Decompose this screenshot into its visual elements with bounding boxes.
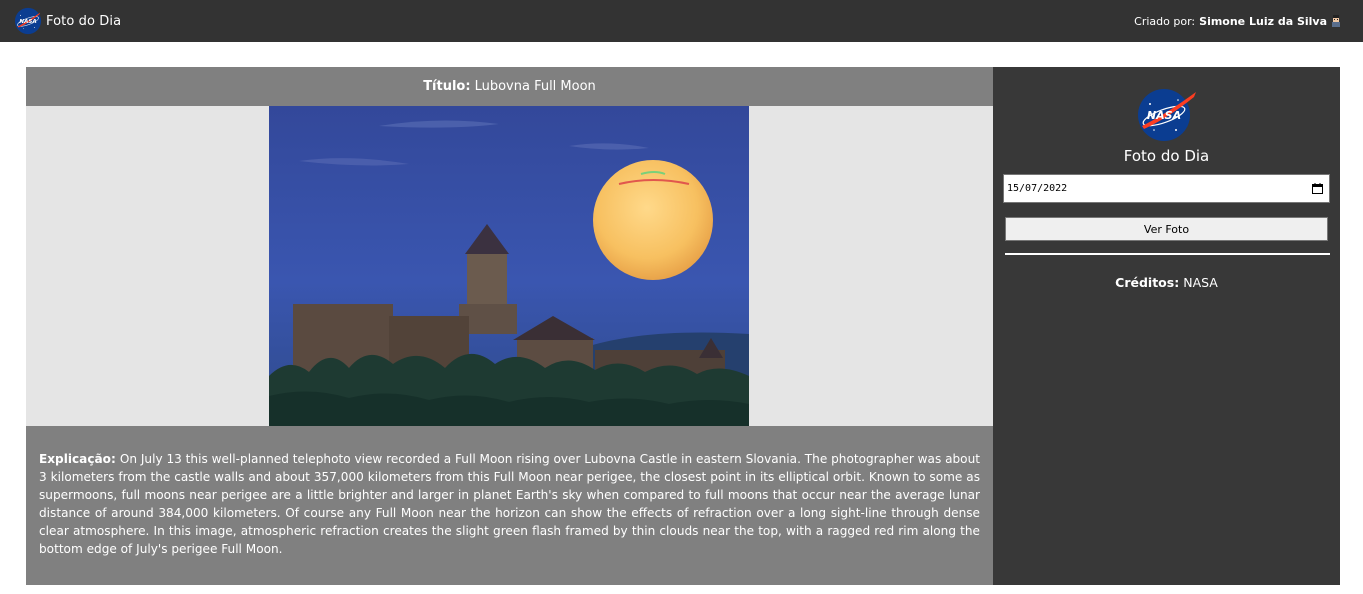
photo-title: Título: Lubovna Full Moon: [26, 67, 993, 106]
svg-text:NASA: NASA: [1147, 109, 1181, 122]
credits: Créditos: NASA: [993, 275, 1340, 290]
svg-text:NASA: NASA: [19, 19, 36, 25]
title-value: Lubovna Full Moon: [474, 79, 596, 94]
app-title: Foto do Dia: [46, 13, 122, 29]
photo-panel: Título: Lubovna Full Moon Explicação: On…: [26, 67, 993, 585]
date-input[interactable]: 15/07/2022: [1003, 174, 1330, 203]
title-label: Título:: [423, 79, 471, 94]
explanation: Explicação: On July 13 this well-planned …: [26, 426, 993, 558]
nasa-logo-icon: NASA: [14, 7, 42, 35]
creator-info: Criado por: Simone Luiz da Silva: [1134, 15, 1341, 28]
user-emoji-icon: [1332, 15, 1340, 27]
explanation-label: Explicação:: [39, 452, 116, 466]
credits-value: NASA: [1183, 275, 1218, 290]
credits-label: Créditos:: [1115, 275, 1180, 290]
sidebar: NASA Foto do Dia 15/07/2022 Ver Foto Cré…: [993, 67, 1340, 585]
top-navbar: NASA Foto do Dia Criado por: Simone Luiz…: [0, 0, 1363, 42]
author-name: Simone Luiz da Silva: [1199, 14, 1327, 28]
date-value: 15/07/2022: [1007, 183, 1068, 194]
brand[interactable]: NASA Foto do Dia: [14, 7, 121, 35]
astronomy-photo: [269, 106, 749, 426]
created-by-label: Criado por:: [1134, 14, 1196, 28]
explanation-text: On July 13 this well-planned telephoto v…: [39, 452, 980, 556]
image-container: [26, 106, 993, 426]
sidebar-title: Foto do Dia: [1123, 147, 1210, 165]
nasa-logo-icon: NASA: [1138, 89, 1196, 141]
view-photo-button[interactable]: Ver Foto: [1005, 217, 1328, 241]
calendar-icon[interactable]: [1312, 183, 1323, 194]
divider: [1005, 253, 1330, 255]
